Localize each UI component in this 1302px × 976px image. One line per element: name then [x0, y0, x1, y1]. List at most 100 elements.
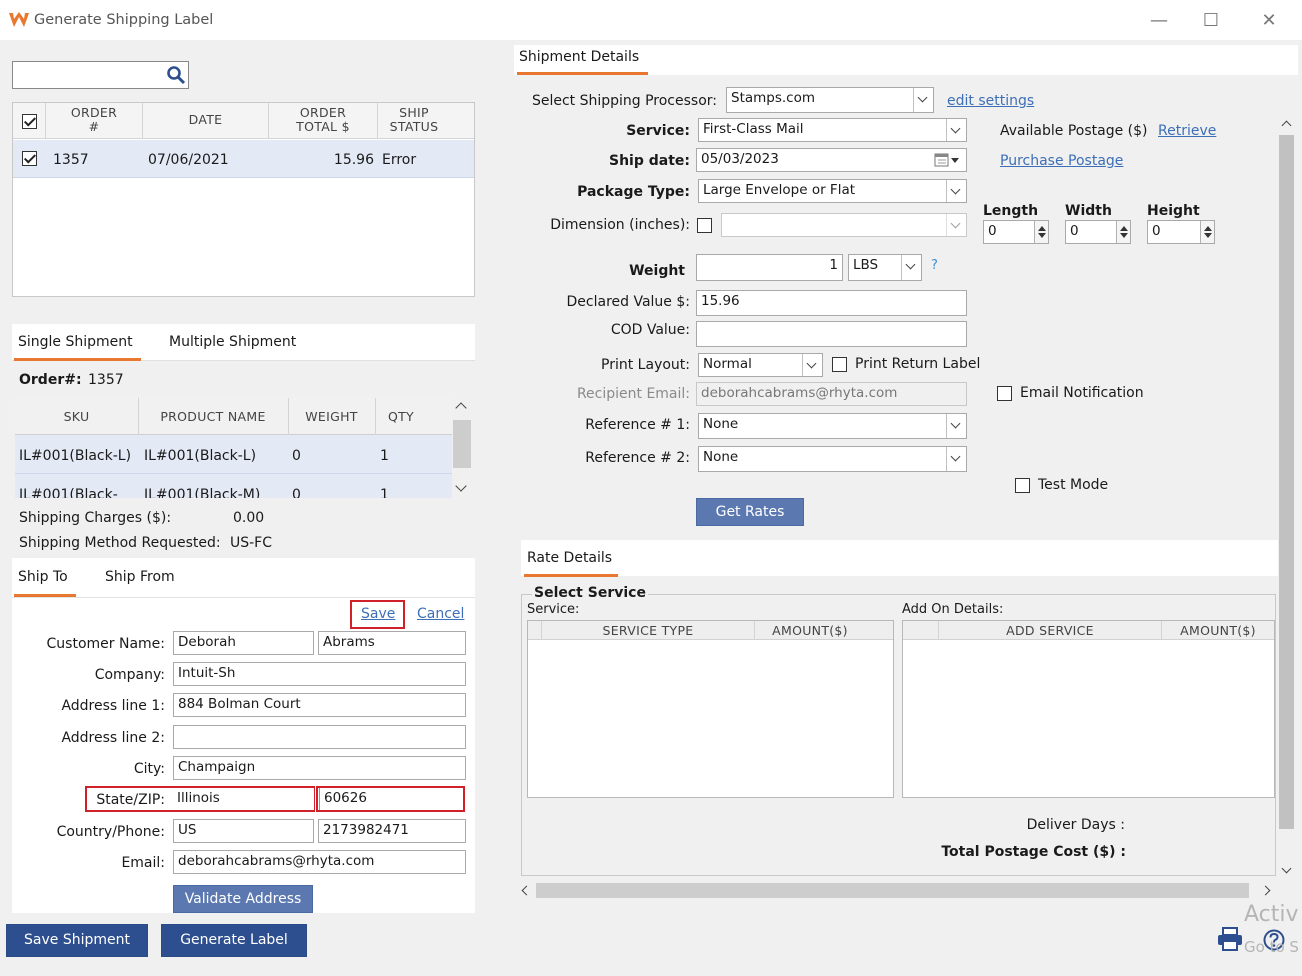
reference1-select[interactable]: None	[698, 413, 967, 439]
col-service-type[interactable]: SERVICE TYPE	[542, 624, 754, 638]
print-icon[interactable]	[1217, 927, 1243, 951]
order-search-input[interactable]	[12, 61, 189, 89]
col-sku[interactable]: SKU	[15, 410, 138, 424]
scroll-thumb[interactable]	[1279, 135, 1294, 829]
processor-select[interactable]: Stamps.com	[726, 87, 934, 113]
test-mode-checkbox[interactable]	[1015, 478, 1030, 493]
country-field[interactable]: US	[173, 819, 314, 843]
calendar-icon[interactable]	[934, 152, 962, 168]
length-spinner[interactable]	[1034, 221, 1048, 243]
width-label: Width	[1065, 203, 1112, 219]
city-label: City:	[133, 761, 165, 777]
details-hscrollbar[interactable]	[516, 881, 1280, 901]
reference1-value: None	[703, 416, 739, 432]
tab-active-underline	[524, 574, 618, 577]
purchase-postage-link[interactable]: Purchase Postage	[1000, 153, 1123, 169]
edit-settings-link[interactable]: edit settings	[947, 93, 1034, 109]
scroll-thumb[interactable]	[453, 420, 471, 468]
reference2-select[interactable]: None	[698, 446, 967, 472]
tab-shipment-details[interactable]: Shipment Details	[519, 49, 639, 65]
print-return-label-checkbox[interactable]	[832, 357, 847, 372]
items-scrollbar[interactable]	[452, 398, 473, 498]
col-add-service[interactable]: ADD SERVICE	[939, 624, 1161, 638]
height-field[interactable]: 0	[1147, 220, 1215, 244]
col-addon-amount[interactable]: AMOUNT($)	[1162, 624, 1274, 638]
row-checkbox[interactable]	[22, 151, 37, 166]
tab-ship-from[interactable]: Ship From	[105, 569, 175, 585]
cod-value-field[interactable]	[696, 321, 967, 347]
maximize-icon[interactable]: ☐	[1198, 8, 1224, 34]
service-select[interactable]: First-Class Mail	[698, 118, 967, 142]
address1-field[interactable]: 884 Bolman Court	[173, 693, 466, 717]
declared-value-field[interactable]: 15.96	[696, 290, 967, 316]
width-value: 0	[1070, 223, 1079, 239]
generate-label-button[interactable]: Generate Label	[161, 924, 307, 957]
scroll-down-icon[interactable]	[1281, 863, 1292, 874]
col-qty[interactable]: QTY	[375, 410, 427, 424]
total-postage-label: Total Postage Cost ($) :	[941, 844, 1126, 860]
cancel-link[interactable]: Cancel	[417, 606, 464, 622]
weight-unit-select[interactable]: LBS	[848, 254, 922, 281]
dimension-select[interactable]	[721, 213, 967, 237]
tab-rate-details[interactable]: Rate Details	[527, 550, 612, 566]
weight-field[interactable]: 1	[696, 254, 843, 281]
email-notification-checkbox[interactable]	[997, 386, 1012, 401]
city-field[interactable]: Champaign	[173, 756, 466, 780]
ship-date-field[interactable]: 05/03/2023	[696, 148, 967, 172]
email-field[interactable]: deborahcabrams@rhyta.com	[173, 850, 466, 874]
save-shipment-button[interactable]: Save Shipment	[6, 924, 148, 957]
company-field[interactable]: Intuit-Sh	[173, 662, 466, 686]
title-bar: Generate Shipping Label — ☐ ✕	[0, 0, 1302, 40]
col-product-name[interactable]: PRODUCT NAME	[138, 410, 288, 424]
table-row[interactable]: IL#001(Black- IL#001(Black-M) 0 1	[15, 474, 452, 498]
cod-value-label: COD Value:	[610, 322, 690, 338]
item-sku: IL#001(Black-	[19, 487, 118, 498]
minimize-icon[interactable]: —	[1146, 8, 1172, 34]
chevron-down-icon	[946, 180, 966, 202]
col-ship-status[interactable]: SHIP STATUS	[378, 106, 450, 134]
recipient-email-field[interactable]: deborahcabrams@rhyta.com	[696, 382, 967, 406]
reference2-value: None	[703, 449, 739, 465]
details-scrollbar[interactable]	[1278, 113, 1297, 879]
search-icon[interactable]	[166, 65, 186, 85]
zip-field[interactable]: 60626	[319, 788, 463, 810]
width-field[interactable]: 0	[1065, 220, 1131, 244]
hscroll-thumb[interactable]	[536, 883, 1249, 898]
tab-ship-to[interactable]: Ship To	[18, 569, 68, 585]
retrieve-link[interactable]: Retrieve	[1158, 123, 1216, 139]
last-name-field[interactable]: Abrams	[318, 631, 466, 655]
length-field[interactable]: 0	[983, 220, 1049, 244]
col-date[interactable]: DATE	[143, 113, 268, 127]
tab-single-shipment[interactable]: Single Shipment	[18, 334, 133, 350]
close-icon[interactable]: ✕	[1256, 8, 1282, 34]
col-amount[interactable]: AMOUNT($)	[755, 624, 865, 638]
scroll-left-icon[interactable]	[521, 885, 532, 896]
tab-multiple-shipment[interactable]: Multiple Shipment	[169, 334, 296, 350]
scroll-up-icon[interactable]	[1281, 120, 1292, 131]
state-field[interactable]: Illinois	[173, 788, 314, 810]
weight-help-icon[interactable]: ?	[931, 258, 938, 273]
save-link[interactable]: Save	[361, 606, 395, 622]
get-rates-button[interactable]: Get Rates	[696, 498, 804, 526]
select-all-checkbox[interactable]	[22, 114, 37, 129]
scroll-up-icon[interactable]	[455, 402, 467, 414]
email-notification-text: Email Notification	[1020, 385, 1144, 401]
dimension-checkbox[interactable]	[697, 218, 712, 233]
width-spinner[interactable]	[1116, 221, 1130, 243]
service-label: Service:	[626, 123, 690, 139]
first-name-field[interactable]: Deborah	[173, 631, 314, 655]
height-spinner[interactable]	[1200, 221, 1214, 243]
service-rates-table	[527, 620, 894, 798]
print-layout-select[interactable]: Normal	[698, 353, 823, 377]
validate-address-button[interactable]: Validate Address	[173, 885, 313, 913]
package-type-select[interactable]: Large Envelope or Flat	[698, 179, 967, 203]
address2-field[interactable]	[173, 725, 466, 749]
order-date: 07/06/2021	[148, 152, 229, 168]
col-order-no[interactable]: ORDER #	[46, 106, 142, 134]
col-weight[interactable]: WEIGHT	[288, 410, 375, 424]
scroll-right-icon[interactable]	[1260, 885, 1271, 896]
state-zip-label: State/ZIP:	[96, 792, 165, 808]
phone-field[interactable]: 2173982471	[318, 819, 466, 843]
scroll-down-icon[interactable]	[455, 480, 467, 492]
col-order-total[interactable]: ORDER TOTAL $	[269, 106, 377, 134]
